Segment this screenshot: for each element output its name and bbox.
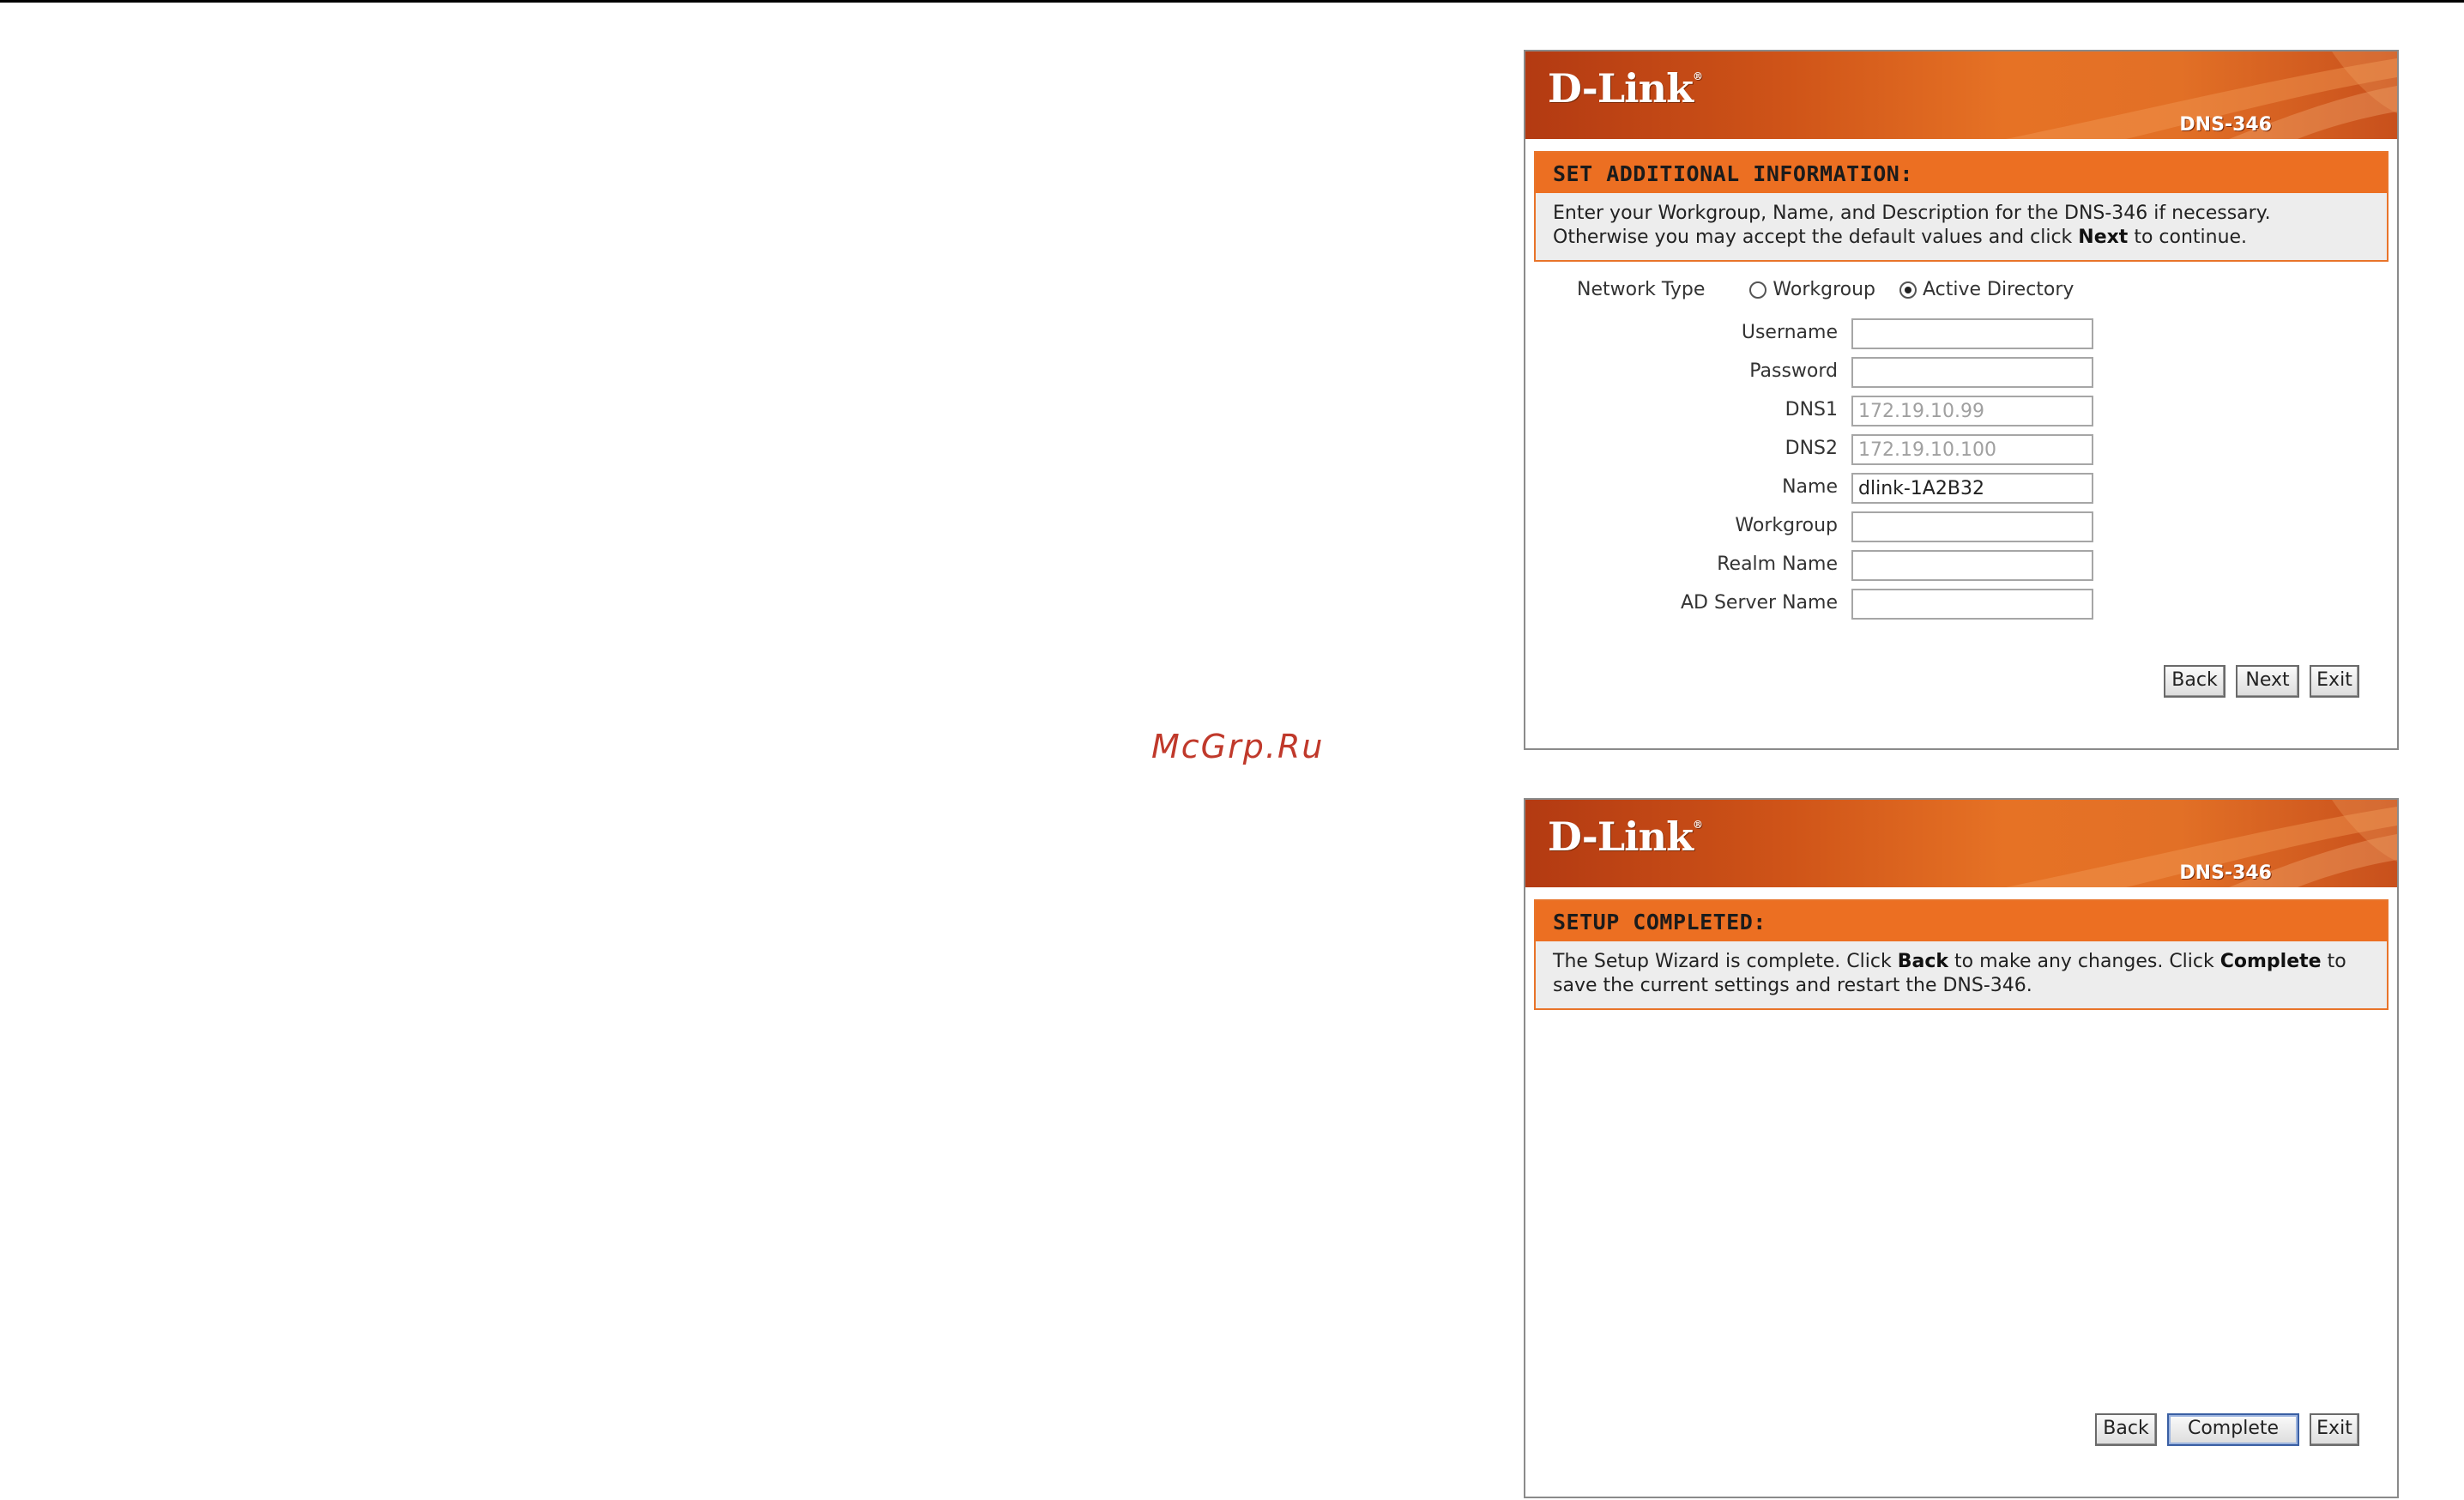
section-title: SET ADDITIONAL INFORMATION: [1536, 153, 2387, 193]
realm-name-field[interactable] [1851, 550, 2093, 581]
completion-area: Back Complete Exit [1525, 1010, 2397, 1491]
radio-workgroup-label: Workgroup [1773, 279, 1875, 300]
exit-button[interactable]: Exit [2310, 1413, 2359, 1446]
workgroup-label: Workgroup [1735, 515, 1838, 536]
radio-active-directory-label: Active Directory [1923, 279, 2074, 300]
additional-info-panel: D-Link® DNS-346 SET ADDITIONAL INFORMATI… [1524, 50, 2399, 750]
password-label: Password [1749, 360, 1838, 382]
password-field[interactable] [1851, 357, 2093, 388]
username-field[interactable] [1851, 318, 2093, 349]
desc-next-bold: Next [2078, 227, 2129, 248]
desc-line-2: save the current settings and restart th… [1553, 975, 2032, 996]
name-field[interactable]: dlink-1A2B32 [1851, 473, 2093, 504]
section-description: Enter your Workgroup, Name, and Descript… [1536, 193, 2387, 260]
top-rule [0, 0, 2464, 3]
dlink-banner: D-Link® DNS-346 [1525, 51, 2397, 139]
watermark: McGrp.Ru [1151, 728, 1325, 765]
complete-button[interactable]: Complete [2167, 1413, 2299, 1446]
desc-line-1-post: to [2321, 951, 2346, 972]
dns1-label: DNS1 [1785, 399, 1838, 420]
username-label: Username [1741, 322, 1838, 343]
exit-button[interactable]: Exit [2310, 665, 2359, 698]
settings-form: Network Type Workgroup Active Directory … [1525, 262, 2397, 742]
workgroup-field[interactable] [1851, 511, 2093, 542]
dlink-banner: D-Link® DNS-346 [1525, 800, 2397, 887]
dns1-field[interactable]: 172.19.10.99 [1851, 396, 2093, 426]
network-type-label: Network Type [1577, 279, 1706, 300]
name-label: Name [1782, 476, 1838, 498]
desc-line-1-mid: to make any changes. Click [1948, 951, 2220, 972]
desc-line-1-pre: The Setup Wizard is complete. Click [1553, 951, 1898, 972]
desc-line-2-post: to continue. [2128, 227, 2248, 248]
section-description: The Setup Wizard is complete. Click Back… [1536, 941, 2387, 1008]
desc-complete-bold: Complete [2219, 951, 2322, 972]
info-section: SETUP COMPLETED: The Setup Wizard is com… [1534, 899, 2389, 1010]
dns2-field[interactable]: 172.19.10.100 [1851, 434, 2093, 465]
model-label: DNS-346 [2179, 862, 2272, 884]
back-button[interactable]: Back [2164, 665, 2225, 698]
network-type-row: Network Type Workgroup Active Directory [1577, 279, 2074, 300]
back-button[interactable]: Back [2095, 1413, 2157, 1446]
dlink-logo: D-Link® [1548, 65, 1703, 112]
radio-workgroup[interactable] [1749, 281, 1767, 299]
ad-server-name-field[interactable] [1851, 589, 2093, 620]
next-button[interactable]: Next [2236, 665, 2299, 698]
section-title: SETUP COMPLETED: [1536, 901, 2387, 941]
realm-name-label: Realm Name [1717, 553, 1838, 575]
radio-active-directory[interactable] [1899, 281, 1917, 299]
dns2-label: DNS2 [1785, 438, 1838, 459]
dlink-logo: D-Link® [1548, 814, 1703, 860]
ad-server-name-label: AD Server Name [1680, 592, 1838, 614]
desc-line-1: Enter your Workgroup, Name, and Descript… [1553, 203, 2271, 224]
desc-line-2-pre: Otherwise you may accept the default val… [1553, 227, 2079, 248]
desc-back-bold: Back [1897, 951, 1948, 972]
info-section: SET ADDITIONAL INFORMATION: Enter your W… [1534, 151, 2389, 262]
setup-completed-panel: D-Link® DNS-346 SETUP COMPLETED: The Set… [1524, 798, 2399, 1498]
model-label: DNS-346 [2179, 114, 2272, 136]
